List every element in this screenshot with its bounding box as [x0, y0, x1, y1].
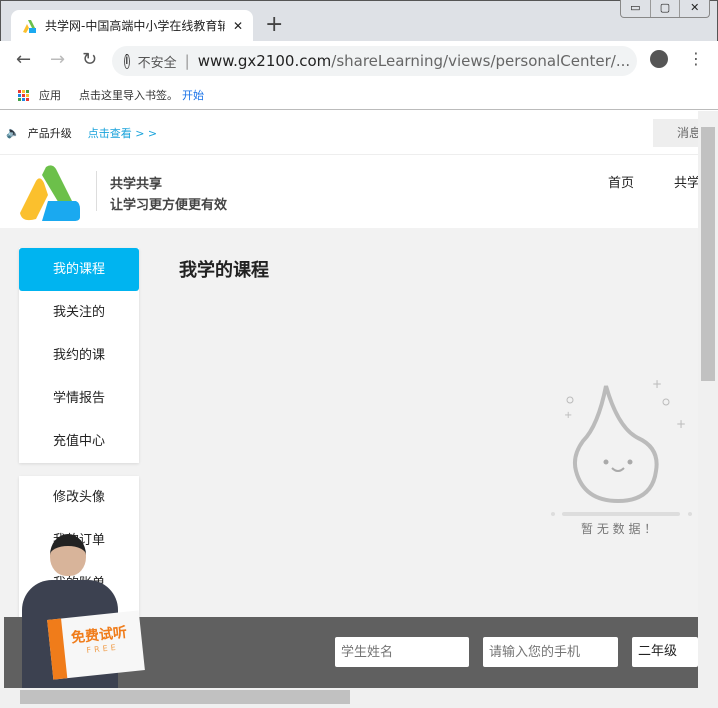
bookmarks-bar: 应用 点击这里导入书签。 开始 [0, 81, 718, 110]
apps-link[interactable]: 应用 [39, 87, 61, 103]
sidebar-menu-primary: 我的课程 我关注的 我约的课 学情报告 充值中心 [19, 248, 139, 463]
site-logo-icon [23, 19, 36, 33]
window-controls: ▭ ▢ ✕ [620, 0, 710, 18]
svg-text:+: + [652, 377, 662, 391]
new-tab-button[interactable]: + [265, 12, 283, 37]
back-icon[interactable]: ← [16, 49, 31, 70]
minimize-icon[interactable]: ▭ [621, 0, 651, 17]
horizontal-scroll-thumb[interactable] [20, 690, 350, 704]
svg-text:+: + [564, 410, 572, 421]
notice-bar: 🔈 产品升级 点击查看 > > [0, 111, 698, 155]
start-link[interactable]: 开始 [182, 87, 204, 103]
student-name-input[interactable] [335, 637, 469, 667]
sidebar-item-my-courses[interactable]: 我的课程 [19, 248, 139, 291]
import-bookmarks-text: 点击这里导入书签。 [79, 89, 178, 102]
horizontal-scrollbar[interactable] [0, 688, 718, 708]
url-host: www.gx2100.com [197, 52, 332, 70]
browser-tab[interactable]: 共学网-中国高端中小学在线教育辅导 ✕ [11, 10, 253, 41]
site-header: 共学共享 让学习更方便更有效 首页 共学 [0, 155, 698, 228]
empty-data-icon: + + + [551, 377, 692, 516]
apps-grid-icon[interactable] [18, 89, 29, 101]
message-button[interactable]: 消息 [653, 119, 698, 147]
brand-slogan: 让学习更方便更有效 [110, 198, 228, 213]
forward-icon[interactable]: → [50, 49, 65, 70]
vertical-scrollbar[interactable] [698, 111, 718, 688]
nav-gongxue[interactable]: 共学 [674, 172, 698, 191]
nav-home[interactable]: 首页 [608, 172, 634, 191]
teacher-promo-image[interactable]: 免费试听 FREE [8, 530, 145, 688]
notice-link[interactable]: 点击查看 > > [88, 125, 157, 141]
site-logo[interactable] [18, 161, 82, 225]
empty-data-text: 暂 无 数 据 ！ [581, 522, 657, 536]
grade-select[interactable]: 二年级 [632, 637, 698, 667]
url-path: /shareLearning/views/personalCenter/... [331, 52, 631, 70]
brand-name: 共学共享 [110, 177, 163, 192]
info-icon: i [124, 52, 130, 69]
tab-title: 共学网-中国高端中小学在线教育辅导 [45, 19, 225, 33]
sidebar-item-avatar[interactable]: 修改头像 [19, 476, 139, 519]
insecure-label: 不安全 [137, 55, 177, 71]
sidebar-item-report[interactable]: 学情报告 [19, 377, 139, 420]
sidebar-item-booked[interactable]: 我约的课 [19, 334, 139, 377]
reload-icon[interactable]: ↻ [82, 49, 97, 70]
sidebar-item-following[interactable]: 我关注的 [19, 291, 139, 334]
vertical-scroll-thumb[interactable] [701, 127, 715, 381]
speaker-icon: 🔈 [6, 126, 20, 139]
profile-icon[interactable] [650, 50, 668, 68]
menu-icon[interactable]: ⋮ [688, 49, 704, 68]
sidebar-item-recharge[interactable]: 充值中心 [19, 420, 139, 463]
maximize-icon[interactable]: ▢ [651, 0, 681, 17]
address-bar[interactable]: i 不安全 | www.gx2100.com/shareLearning/vie… [112, 46, 637, 76]
phone-input[interactable] [483, 637, 618, 667]
close-tab-icon[interactable]: ✕ [233, 19, 243, 33]
notice-label: 产品升级 [27, 126, 72, 140]
close-window-icon[interactable]: ✕ [680, 0, 709, 17]
svg-text:+: + [676, 417, 686, 431]
page-title: 我学的课程 [179, 260, 269, 281]
